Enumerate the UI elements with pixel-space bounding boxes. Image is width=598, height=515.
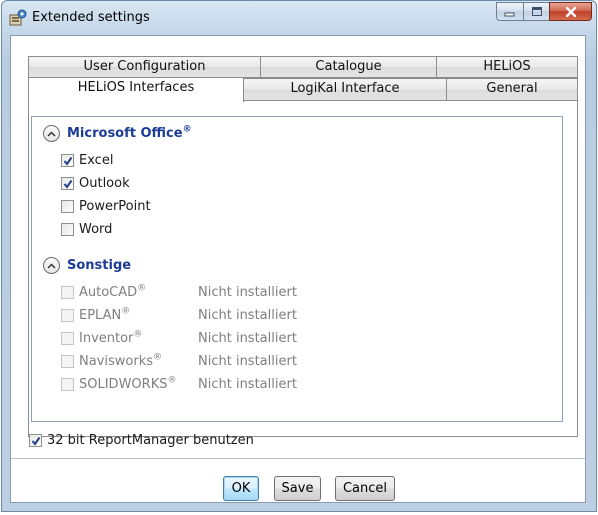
checkbox-outlook[interactable]: Outlook [61, 176, 130, 191]
status-text: Nicht installiert [198, 377, 297, 392]
caption-buttons [496, 2, 592, 23]
status-text: Nicht installiert [198, 285, 297, 300]
tab-helios[interactable]: HELiOS [436, 56, 578, 78]
dialog-body: User Configuration Catalogue HELiOS HELi… [10, 35, 586, 503]
checkbox-checked[interactable] [29, 434, 42, 447]
checkbox-disabled [61, 378, 74, 391]
checkbox-label: SOLIDWORKS® [79, 375, 177, 392]
tab-label: LogiKal Interface [290, 81, 400, 96]
tab-label: HELiOS [483, 59, 531, 74]
minimize-icon [504, 12, 515, 16]
checkbox-disabled [61, 286, 74, 299]
save-button[interactable]: Save [274, 476, 321, 501]
checkbox-label: Navisworks® [79, 352, 163, 369]
checkbox-solidworks: SOLIDWORKS® [61, 375, 177, 392]
checkbox-label: EPLAN® [79, 306, 131, 323]
extended-settings-window: Extended settings User Configuration Cat… [1, 0, 597, 512]
checkbox-label: Word [79, 222, 113, 237]
checkbox-label: 32 bit ReportManager benutzen [47, 433, 254, 448]
checkbox-checked[interactable] [61, 154, 74, 167]
checkbox-excel[interactable]: Excel [61, 153, 113, 168]
checkbox-inventor: Inventor® [61, 329, 143, 346]
office-group-title: Microsoft Office® [67, 124, 192, 141]
collapse-icon[interactable] [43, 257, 60, 274]
office-group-header[interactable]: Microsoft Office® [43, 125, 192, 142]
checkbox-unchecked[interactable] [61, 223, 74, 236]
button-label: Save [281, 481, 314, 496]
button-label: OK [231, 481, 251, 496]
collapse-icon[interactable] [43, 125, 60, 142]
tab-label: General [486, 81, 538, 96]
checkbox-disabled [61, 332, 74, 345]
tab-user-configuration[interactable]: User Configuration [28, 56, 261, 78]
settings-app-icon [9, 9, 27, 27]
close-button[interactable] [549, 2, 592, 21]
close-icon [565, 6, 576, 17]
checkbox-32bit-reportmanager[interactable]: 32 bit ReportManager benutzen [29, 433, 254, 448]
maximize-icon [531, 7, 542, 16]
tab-label: User Configuration [83, 59, 206, 74]
maximize-button[interactable] [523, 2, 549, 21]
tab-catalogue[interactable]: Catalogue [260, 56, 437, 78]
minimize-button[interactable] [496, 2, 523, 21]
button-label: Cancel [342, 481, 388, 496]
checkbox-disabled [61, 309, 74, 322]
checkbox-navisworks: Navisworks® [61, 352, 163, 369]
title-bar[interactable]: Extended settings [2, 1, 596, 35]
checkbox-eplan: EPLAN® [61, 306, 131, 323]
checkbox-unchecked[interactable] [61, 200, 74, 213]
tab-logikal-interface[interactable]: LogiKal Interface [243, 78, 447, 101]
status-text: Nicht installiert [198, 354, 297, 369]
checkbox-label: Inventor® [79, 329, 143, 346]
ok-button[interactable]: OK [223, 476, 259, 501]
checkbox-label: AutoCAD® [79, 283, 147, 300]
other-group-header[interactable]: Sonstige [43, 257, 131, 274]
status-text: Nicht installiert [198, 331, 297, 346]
status-text: Nicht installiert [198, 308, 297, 323]
footer-divider [11, 458, 585, 459]
checkbox-autocad: AutoCAD® [61, 283, 147, 300]
checkbox-checked[interactable] [61, 177, 74, 190]
checkbox-word[interactable]: Word [61, 222, 112, 237]
window-title: Extended settings [32, 10, 150, 25]
cancel-button[interactable]: Cancel [335, 476, 395, 501]
tab-label: HELiOS Interfaces [77, 80, 195, 95]
checkbox-label: Excel [79, 153, 114, 168]
checkbox-label: PowerPoint [79, 199, 151, 214]
checkbox-powerpoint[interactable]: PowerPoint [61, 199, 151, 214]
other-group-title: Sonstige [67, 258, 132, 273]
checkbox-label: Outlook [79, 176, 130, 191]
interfaces-panel: Microsoft Office® Excel Outlook PowerPoi… [31, 116, 563, 422]
tab-general[interactable]: General [446, 78, 578, 101]
tab-label: Catalogue [315, 59, 382, 74]
tab-helios-interfaces[interactable]: HELiOS Interfaces [28, 77, 244, 102]
checkbox-disabled [61, 355, 74, 368]
